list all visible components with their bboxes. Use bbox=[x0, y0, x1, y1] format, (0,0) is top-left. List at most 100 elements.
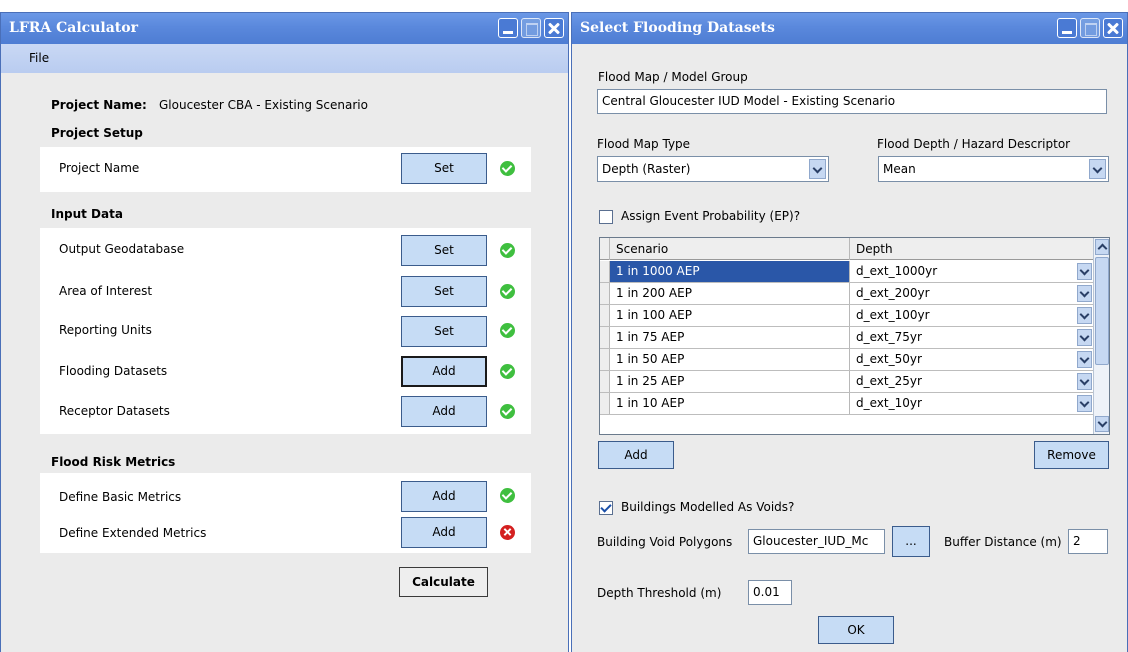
depth-value: d_ext_50yr bbox=[856, 352, 922, 366]
minimize-icon[interactable] bbox=[1057, 18, 1077, 38]
minimize-icon[interactable] bbox=[498, 18, 518, 38]
set-project-name-button[interactable]: Set bbox=[401, 153, 487, 184]
menu-file[interactable]: File bbox=[29, 51, 49, 65]
add-receptor-datasets-button[interactable]: Add bbox=[401, 396, 487, 427]
close-icon[interactable] bbox=[1103, 18, 1123, 38]
check-icon bbox=[500, 284, 515, 299]
set-output-geodatabase-button[interactable]: Set bbox=[401, 235, 487, 266]
scenario-cell[interactable]: 1 in 75 AEP bbox=[610, 327, 850, 348]
chevron-down-icon[interactable] bbox=[1077, 395, 1092, 412]
scroll-up-icon[interactable] bbox=[1095, 239, 1109, 255]
browse-button[interactable]: ... bbox=[892, 526, 930, 557]
row-header[interactable] bbox=[600, 305, 610, 326]
depth-cell[interactable]: d_ext_10yr bbox=[850, 393, 1094, 414]
table-row[interactable]: 1 in 100 AEP d_ext_100yr bbox=[600, 305, 1094, 327]
chevron-down-icon[interactable] bbox=[1077, 351, 1092, 368]
row-header[interactable] bbox=[600, 261, 610, 282]
table-scrollbar[interactable] bbox=[1093, 238, 1109, 434]
table-row[interactable]: 1 in 10 AEP d_ext_10yr bbox=[600, 393, 1094, 415]
menu-bar: File bbox=[1, 44, 568, 73]
project-setup-heading: Project Setup bbox=[51, 126, 143, 140]
scenario-cell[interactable]: 1 in 25 AEP bbox=[610, 371, 850, 392]
assign-ep-label: Assign Event Probability (EP)? bbox=[621, 209, 801, 223]
flood-descriptor-value: Mean bbox=[883, 162, 916, 176]
flood-map-group-label: Flood Map / Model Group bbox=[598, 70, 748, 84]
buffer-distance-field[interactable]: 2 bbox=[1068, 529, 1108, 554]
define-basic-metrics-label: Define Basic Metrics bbox=[59, 490, 182, 504]
set-reporting-units-button[interactable]: Set bbox=[401, 316, 487, 347]
depth-cell[interactable]: d_ext_100yr bbox=[850, 305, 1094, 326]
add-flooding-datasets-button[interactable]: Add bbox=[401, 356, 487, 387]
project-name-value: Gloucester CBA - Existing Scenario bbox=[159, 98, 368, 112]
building-void-polygons-field[interactable]: Gloucester_IUD_Mc bbox=[748, 529, 885, 554]
set-area-of-interest-button[interactable]: Set bbox=[401, 276, 487, 307]
scenario-cell[interactable]: 1 in 50 AEP bbox=[610, 349, 850, 370]
depth-cell[interactable]: d_ext_1000yr bbox=[850, 261, 1094, 282]
scenario-cell[interactable]: 1 in 200 AEP bbox=[610, 283, 850, 304]
close-icon[interactable] bbox=[544, 18, 564, 38]
assign-ep-checkbox[interactable] bbox=[599, 210, 613, 224]
building-void-polygons-label: Building Void Polygons bbox=[597, 535, 733, 549]
table-row[interactable]: 1 in 50 AEP d_ext_50yr bbox=[600, 349, 1094, 371]
depth-cell[interactable]: d_ext_50yr bbox=[850, 349, 1094, 370]
add-basic-metrics-button[interactable]: Add bbox=[401, 481, 487, 512]
error-icon bbox=[500, 525, 515, 540]
remove-scenario-button[interactable]: Remove bbox=[1034, 441, 1109, 469]
maximize-icon[interactable] bbox=[1080, 18, 1100, 38]
depth-value: d_ext_100yr bbox=[856, 308, 930, 322]
scenario-cell[interactable]: 1 in 100 AEP bbox=[610, 305, 850, 326]
table-row[interactable]: 1 in 200 AEP d_ext_200yr bbox=[600, 283, 1094, 305]
scrollbar-thumb[interactable] bbox=[1095, 257, 1109, 365]
project-name-label: Project Name: bbox=[51, 98, 147, 112]
row-header-corner bbox=[600, 238, 610, 260]
chevron-down-icon[interactable] bbox=[809, 159, 826, 179]
scenario-cell[interactable]: 1 in 10 AEP bbox=[610, 393, 850, 414]
row-header[interactable] bbox=[600, 283, 610, 304]
table-row[interactable]: 1 in 1000 AEP d_ext_1000yr bbox=[600, 261, 1094, 283]
check-icon bbox=[500, 364, 515, 379]
add-extended-metrics-button[interactable]: Add bbox=[401, 517, 487, 548]
chevron-down-icon[interactable] bbox=[1077, 263, 1092, 280]
flood-map-type-value: Depth (Raster) bbox=[602, 162, 691, 176]
scenario-cell[interactable]: 1 in 1000 AEP bbox=[610, 261, 850, 282]
flood-descriptor-label: Flood Depth / Hazard Descriptor bbox=[877, 137, 1071, 151]
row-header[interactable] bbox=[600, 371, 610, 392]
depth-value: d_ext_25yr bbox=[856, 374, 922, 388]
title-bar: LFRA Calculator bbox=[1, 13, 568, 44]
buildings-voids-checkbox[interactable] bbox=[599, 501, 613, 515]
chevron-down-icon[interactable] bbox=[1077, 373, 1092, 390]
ok-button[interactable]: OK bbox=[818, 616, 894, 644]
add-scenario-button[interactable]: Add bbox=[598, 441, 674, 469]
maximize-icon[interactable] bbox=[521, 18, 541, 38]
depth-cell[interactable]: d_ext_25yr bbox=[850, 371, 1094, 392]
input-data-heading: Input Data bbox=[51, 207, 123, 221]
check-icon bbox=[500, 323, 515, 338]
row-header[interactable] bbox=[600, 393, 610, 414]
row-header[interactable] bbox=[600, 327, 610, 348]
table-row[interactable]: 1 in 25 AEP d_ext_25yr bbox=[600, 371, 1094, 393]
chevron-down-icon[interactable] bbox=[1077, 329, 1092, 346]
table-header: Scenario Depth bbox=[600, 238, 1094, 260]
receptor-datasets-label: Receptor Datasets bbox=[59, 404, 170, 418]
flood-descriptor-select[interactable]: Mean bbox=[878, 156, 1109, 182]
define-extended-metrics-label: Define Extended Metrics bbox=[59, 526, 207, 540]
flood-map-type-select[interactable]: Depth (Raster) bbox=[597, 156, 829, 182]
depth-threshold-field[interactable]: 0.01 bbox=[748, 580, 792, 605]
depth-cell[interactable]: d_ext_75yr bbox=[850, 327, 1094, 348]
depth-cell[interactable]: d_ext_200yr bbox=[850, 283, 1094, 304]
flood-map-type-label: Flood Map Type bbox=[597, 137, 691, 151]
flood-map-group-field[interactable]: Central Gloucester IUD Model - Existing … bbox=[597, 89, 1107, 114]
flooding-datasets-label: Flooding Datasets bbox=[59, 364, 168, 378]
chevron-down-icon[interactable] bbox=[1077, 285, 1092, 302]
chevron-down-icon[interactable] bbox=[1089, 159, 1106, 179]
depth-threshold-label: Depth Threshold (m) bbox=[597, 586, 722, 600]
table-row[interactable]: 1 in 75 AEP d_ext_75yr bbox=[600, 327, 1094, 349]
column-header-depth[interactable]: Depth bbox=[850, 238, 1094, 260]
buildings-voids-label: Buildings Modelled As Voids? bbox=[621, 500, 795, 514]
window-controls bbox=[498, 18, 564, 38]
scroll-down-icon[interactable] bbox=[1095, 416, 1109, 432]
chevron-down-icon[interactable] bbox=[1077, 307, 1092, 324]
column-header-scenario[interactable]: Scenario bbox=[610, 238, 850, 260]
row-header[interactable] bbox=[600, 349, 610, 370]
calculate-button[interactable]: Calculate bbox=[399, 567, 488, 597]
